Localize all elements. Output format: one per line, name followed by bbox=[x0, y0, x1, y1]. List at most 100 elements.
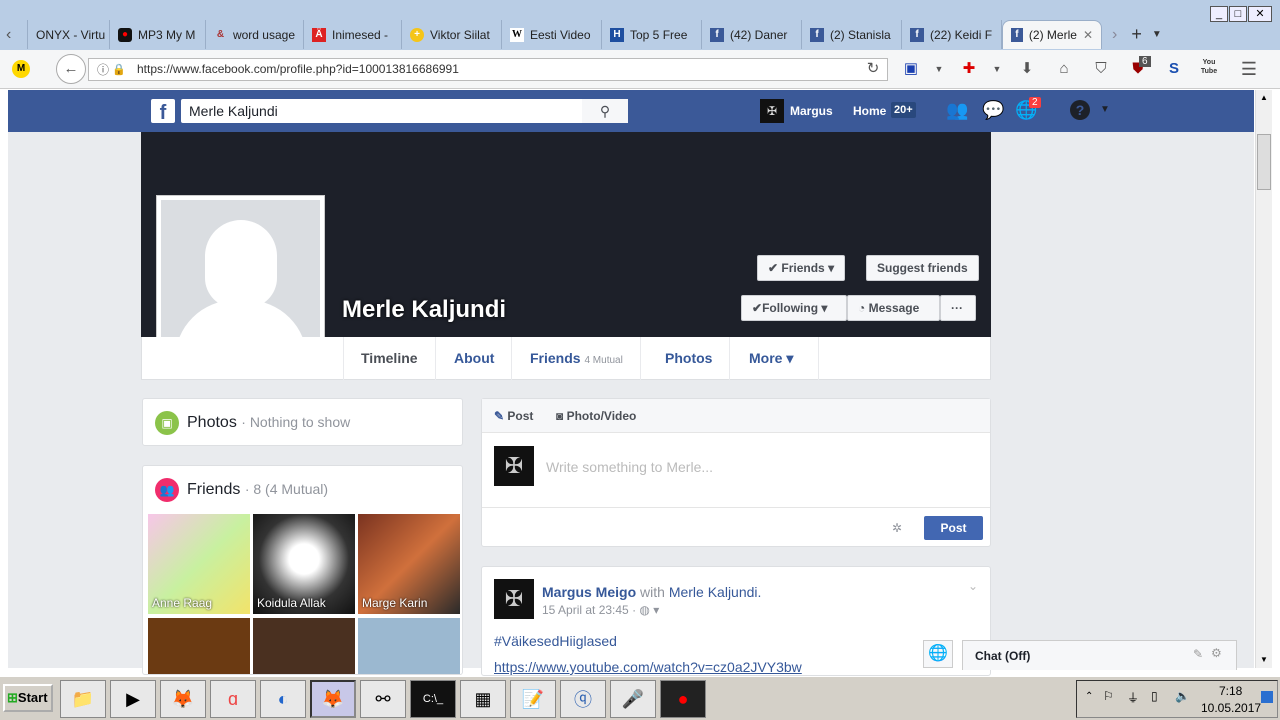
flag-icon[interactable]: ⚐ bbox=[1103, 689, 1114, 703]
browser-tab[interactable]: f (42) Daner bbox=[702, 20, 802, 49]
photos-title[interactable]: Photos · Nothing to show bbox=[187, 414, 350, 432]
download-icon[interactable]: ⬇ bbox=[1016, 58, 1038, 80]
friend-tile[interactable] bbox=[148, 618, 250, 674]
s-addon-icon[interactable]: S bbox=[1163, 58, 1185, 80]
browser-tab[interactable]: ● MP3 My M bbox=[110, 20, 206, 49]
network-icon[interactable]: ▯ bbox=[1151, 689, 1158, 703]
account-chevron-icon[interactable]: ▼ bbox=[1100, 104, 1110, 115]
home-link[interactable]: Home bbox=[853, 104, 886, 118]
app-taskbar-icon[interactable]: ◐ bbox=[260, 680, 306, 718]
profile-link[interactable]: Margus bbox=[790, 104, 833, 118]
composer-photo-tab[interactable]: ◙ Photo/Video bbox=[556, 409, 636, 423]
tab-about[interactable]: About bbox=[437, 337, 513, 380]
vertical-scrollbar[interactable]: ▲ ▼ bbox=[1255, 90, 1272, 668]
notepad-plus-taskbar-icon[interactable]: 📝 bbox=[510, 680, 556, 718]
browser-tab[interactable]: H Top 5 Free bbox=[602, 20, 702, 49]
more-options-button[interactable]: ··· bbox=[940, 295, 976, 321]
pocket-icon[interactable]: ⛉ bbox=[1090, 58, 1112, 80]
firefox-taskbar-icon[interactable]: 🦊 bbox=[160, 680, 206, 718]
show-desktop-icon[interactable] bbox=[1261, 691, 1273, 703]
avast-taskbar-icon[interactable]: ɑ bbox=[210, 680, 256, 718]
friend-tile[interactable] bbox=[253, 618, 355, 674]
browser-tab[interactable]: f (22) Keidi F bbox=[902, 20, 1002, 49]
scroll-down-icon[interactable]: ▼ bbox=[1256, 652, 1272, 668]
following-button[interactable]: ✔Following ▾ bbox=[741, 295, 847, 321]
tab-more[interactable]: More ▾ bbox=[732, 337, 819, 380]
facebook-logo[interactable]: f bbox=[151, 99, 175, 124]
tab-timeline[interactable]: Timeline bbox=[343, 337, 436, 380]
friend-tile[interactable]: Marge Karin bbox=[358, 514, 460, 614]
browser-tab[interactable]: & word usage bbox=[206, 20, 304, 49]
url-input[interactable]: https://www.facebook.com/profile.php?id=… bbox=[88, 58, 888, 81]
reload-icon[interactable]: ↻ bbox=[862, 58, 884, 80]
post-author-link[interactable]: Margus Meigo bbox=[542, 584, 636, 600]
help-icon[interactable]: ? bbox=[1070, 100, 1090, 120]
scroll-up-icon[interactable]: ▲ bbox=[1256, 90, 1272, 106]
suggest-friends-button[interactable]: Suggest friends bbox=[866, 255, 979, 281]
user-avatar[interactable]: ✠ bbox=[760, 99, 784, 123]
cmd-taskbar-icon[interactable]: C:\_ bbox=[410, 680, 456, 718]
power-icon[interactable]: ⏚ bbox=[1127, 689, 1139, 706]
chat-bar[interactable]: Chat (Off) ✎ ⚙ bbox=[962, 640, 1237, 670]
post-author-avatar[interactable]: ✠ bbox=[494, 579, 534, 619]
dropdown-icon[interactable]: ▼ bbox=[986, 58, 1008, 80]
firefox-active-taskbar-icon[interactable]: 🦊 bbox=[310, 680, 356, 718]
tab-friends[interactable]: Friends 4 Mutual bbox=[513, 337, 641, 380]
calculator-taskbar-icon[interactable]: ▦ bbox=[460, 680, 506, 718]
addon-m-icon[interactable]: M bbox=[12, 60, 30, 78]
clock-time[interactable]: 7:18 bbox=[1219, 684, 1242, 698]
new-tab-icon[interactable]: + bbox=[1127, 24, 1146, 45]
friends-button[interactable]: ✔ Friends ▾ bbox=[757, 255, 846, 281]
friend-requests-icon[interactable]: 👥 bbox=[946, 100, 968, 121]
microphone-taskbar-icon[interactable]: 🎤 bbox=[610, 680, 656, 718]
post-link[interactable]: https://www.youtube.com/watch?v=cz0a2JVY… bbox=[494, 659, 802, 675]
tabs-scroll-left-icon[interactable]: ‹ bbox=[0, 20, 28, 49]
volume-icon[interactable]: 🔈 bbox=[1175, 689, 1190, 703]
close-tab-icon[interactable]: ✕ bbox=[1083, 28, 1093, 42]
friends-title[interactable]: Friends · 8 (4 Mutual) bbox=[187, 481, 328, 499]
back-button[interactable]: ← bbox=[56, 54, 86, 84]
start-button[interactable]: ⊞Start bbox=[3, 684, 53, 712]
browser-tab[interactable]: Ä Inimesed - bbox=[304, 20, 402, 49]
browser-tab[interactable]: ONYX - Virtu bbox=[28, 20, 110, 49]
search-input[interactable]: Merle Kaljundi bbox=[181, 99, 628, 123]
post-options-chevron-icon[interactable]: ⌄ bbox=[968, 579, 978, 593]
post-hashtag[interactable]: #VäikesedHiiglased bbox=[494, 633, 617, 649]
scrollbar-thumb[interactable] bbox=[1257, 134, 1271, 190]
post-timestamp[interactable]: 15 April at 23:45 · bbox=[542, 603, 636, 617]
browser-tab[interactable]: f (2) Stanisla bbox=[802, 20, 902, 49]
tab-list-chevron-icon[interactable]: ▼ bbox=[1146, 29, 1168, 40]
post-button[interactable]: Post bbox=[924, 516, 983, 540]
browser-tab-active[interactable]: f (2) Merle ✕ bbox=[1002, 20, 1102, 49]
youtube-icon[interactable]: You Tube bbox=[1198, 58, 1220, 80]
clock-date[interactable]: 10.05.2017 bbox=[1201, 701, 1261, 715]
globe-chat-icon[interactable]: 🌐 bbox=[923, 640, 953, 668]
friend-tile[interactable]: Anne Raag bbox=[148, 514, 250, 614]
menu-icon[interactable]: ☰ bbox=[1238, 58, 1260, 80]
friend-tile[interactable] bbox=[358, 618, 460, 674]
audience-icon[interactable]: ◍ ▾ bbox=[639, 603, 659, 617]
home-icon[interactable]: ⌂ bbox=[1053, 58, 1075, 80]
browser-tab[interactable]: W Eesti Video bbox=[502, 20, 602, 49]
media-player-taskbar-icon[interactable]: ▶ bbox=[110, 680, 156, 718]
save-icon[interactable]: ▣ bbox=[900, 58, 922, 80]
message-button[interactable]: ◔ Message bbox=[847, 295, 940, 321]
chat-settings-icon[interactable]: ⚙ bbox=[1211, 646, 1222, 660]
messenger-icon[interactable]: 💬 bbox=[982, 100, 1004, 121]
tabs-scroll-right-icon[interactable]: › bbox=[1102, 26, 1127, 44]
composer-post-tab[interactable]: ✎ Post bbox=[494, 409, 533, 423]
dropdown-icon[interactable]: ▼ bbox=[928, 58, 950, 80]
browser-tab[interactable]: + Viktor Siilat bbox=[402, 20, 502, 49]
settings-gear-icon[interactable]: ✲ bbox=[892, 521, 902, 535]
tagged-user-link[interactable]: Merle Kaljundi. bbox=[669, 584, 762, 600]
composer-input[interactable]: Write something to Merle... bbox=[546, 459, 713, 475]
search-button[interactable]: ⚲ bbox=[582, 99, 628, 123]
friend-tile[interactable]: Koidula Allak bbox=[253, 514, 355, 614]
recorder-taskbar-icon[interactable]: ● bbox=[660, 680, 706, 718]
first-aid-icon[interactable]: ✚ bbox=[958, 58, 980, 80]
compose-icon[interactable]: ✎ bbox=[1193, 647, 1203, 661]
tray-expand-icon[interactable]: ⌃ bbox=[1085, 691, 1093, 702]
qbittorrent-taskbar-icon[interactable]: ⓠ bbox=[560, 680, 606, 718]
explorer-taskbar-icon[interactable]: 📁 bbox=[60, 680, 106, 718]
tab-photos[interactable]: Photos bbox=[648, 337, 731, 380]
